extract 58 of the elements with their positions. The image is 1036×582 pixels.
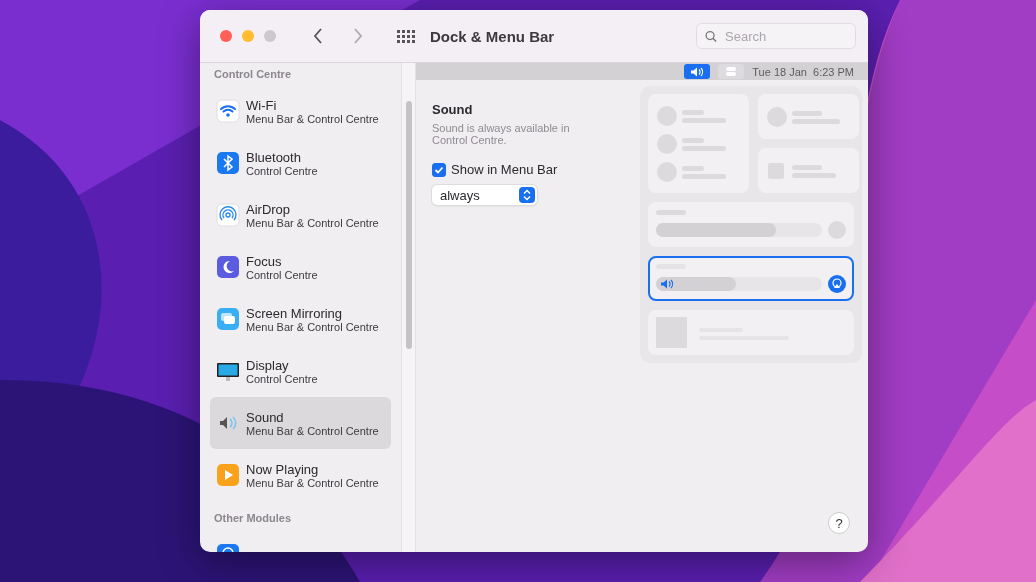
sidebar-item[interactable]: Screen Mirroring Menu Bar & Control Centre — [210, 293, 392, 345]
speaker-icon — [660, 279, 674, 289]
description: Sound is always available in Control Centre. — [432, 122, 571, 146]
section-title: Sound — [432, 102, 473, 117]
item-label: Wi-Fi — [246, 97, 278, 113]
sidebar-item[interactable]: Bluetooth Control Centre — [210, 137, 392, 189]
item-subtitle: Menu Bar & Control Centre — [246, 112, 379, 125]
forward-icon[interactable] — [352, 27, 364, 45]
search-icon — [705, 29, 717, 43]
scrollbar-thumb[interactable] — [405, 101, 412, 349]
minimize-button[interactable] — [242, 30, 254, 42]
help-button[interactable]: ? — [828, 512, 850, 534]
item-label: Display — [246, 357, 290, 373]
item-label: Sound — [246, 409, 285, 425]
stepper-icon — [519, 187, 535, 203]
section-header: Control Centre — [213, 67, 292, 82]
item-label: Focus — [246, 253, 283, 269]
sidebar-item[interactable]: AirDrop Menu Bar & Control Centre — [210, 189, 392, 241]
volume-slider-fill[interactable] — [656, 277, 736, 291]
item-label: Bluetooth — [246, 149, 302, 165]
checkbox[interactable] — [432, 162, 446, 177]
brightness-slider-fill[interactable] — [656, 223, 776, 237]
back-icon[interactable] — [312, 27, 324, 45]
show-in-menu-bar-checkbox[interactable]: Show in Menu Bar — [432, 162, 558, 177]
menu-bar-clock: Tue 18 Jan 6:23 PM — [752, 65, 854, 78]
sidebar-item[interactable]: Now Playing Menu Bar & Control Centre — [210, 449, 392, 501]
zoom-button[interactable] — [264, 30, 276, 42]
window-title: Dock & Menu Bar — [430, 27, 555, 45]
sidebar-item[interactable]: Display Control Centre — [210, 345, 392, 397]
item-subtitle: Menu Bar & Control Centre — [246, 216, 379, 229]
item-subtitle: Control Centre — [246, 372, 318, 385]
speaker-icon — [690, 66, 705, 77]
search-field[interactable]: Search — [696, 23, 856, 49]
sidebar-item[interactable]: Sound Menu Bar & Control Centre — [210, 397, 392, 449]
airplay-icon — [828, 275, 846, 293]
checkmark-icon — [434, 164, 444, 175]
play-icon — [216, 463, 240, 487]
search-input[interactable]: Search — [723, 27, 847, 45]
item-subtitle: Control Centre — [246, 268, 318, 281]
section-header: Other Modules — [213, 511, 292, 526]
airdrop-icon — [216, 203, 240, 227]
bluetooth-icon — [216, 151, 240, 175]
sidebar-item[interactable]: Focus Control Centre — [210, 241, 392, 293]
wifi-icon — [216, 99, 240, 123]
item-subtitle: Menu Bar & Control Centre — [246, 424, 379, 437]
item-label: Screen Mirroring — [246, 305, 344, 321]
toggles-icon — [725, 66, 738, 77]
item-label: Now Playing — [246, 461, 320, 477]
moon-icon — [216, 255, 240, 279]
grid-icon[interactable] — [396, 29, 416, 43]
item-subtitle: Menu Bar & Control Centre — [246, 320, 379, 333]
visibility-dropdown[interactable]: always — [432, 185, 537, 205]
item-subtitle: Control Centre — [246, 164, 318, 177]
item-label: AirDrop — [246, 201, 292, 217]
item-subtitle: Menu Bar & Control Centre — [246, 476, 379, 489]
sidebar-item[interactable]: Wi-Fi Menu Bar & Control Centre — [210, 85, 392, 137]
close-button[interactable] — [220, 30, 232, 42]
screen-mirroring-icon — [216, 307, 240, 331]
